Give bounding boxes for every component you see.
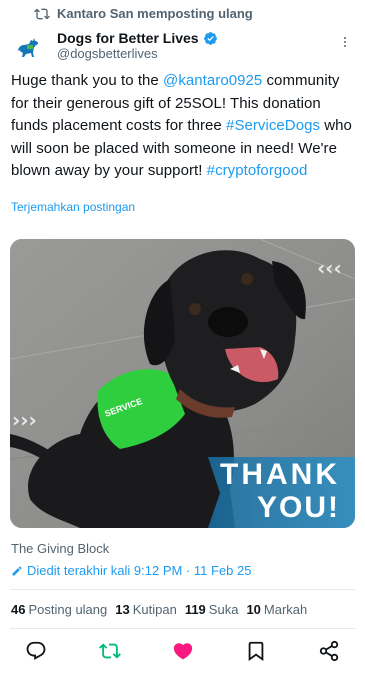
- chevrons-left-decor: ›››: [12, 408, 37, 432]
- repost-context-text[interactable]: Kantaro San memposting ulang: [57, 6, 253, 21]
- repost-icon[interactable]: [99, 640, 121, 662]
- author-display-name[interactable]: Dogs for Better Lives: [57, 30, 199, 46]
- post-header: Dogs for Better Lives @dogsbetterlives: [0, 28, 365, 66]
- pencil-icon: [12, 565, 22, 575]
- thank-text: THANK: [220, 458, 340, 491]
- stat-number: 10: [246, 602, 261, 617]
- author-name-row: Dogs for Better Lives: [57, 30, 218, 46]
- post-text-link[interactable]: #ServiceDogs: [226, 117, 320, 134]
- stat-likes[interactable]: 119 Suka: [185, 602, 239, 617]
- engagement-stats: 46 Posting ulang 13 Kutipan 119 Suka 10 Mark…: [11, 602, 307, 617]
- avatar[interactable]: [12, 30, 48, 66]
- dog-logo-icon: [12, 30, 48, 66]
- dot: [344, 37, 346, 39]
- dog-photo: SERVICE ‹‹‹ ››› THANK YOU!: [10, 239, 355, 528]
- repost-icon: [34, 8, 50, 20]
- image-source-label[interactable]: The Giving Block: [11, 541, 109, 556]
- stat-label: Suka: [208, 602, 239, 617]
- action-bar: [0, 638, 365, 664]
- stat-reposts[interactable]: 46 Posting ulang: [11, 602, 107, 617]
- stat-label: Posting ulang: [28, 602, 108, 617]
- more-options-button[interactable]: [337, 34, 353, 50]
- like-icon[interactable]: [172, 640, 194, 662]
- stat-quotes[interactable]: 13 Kutipan: [115, 602, 177, 617]
- translate-post-link[interactable]: Terjemahkan postingan: [11, 200, 135, 214]
- stat-number: 13: [115, 602, 130, 617]
- verified-badge-icon: [203, 31, 217, 45]
- post-image[interactable]: SERVICE ‹‹‹ ››› THANK YOU!: [10, 239, 355, 528]
- edited-timestamp[interactable]: Diedit terakhir kali 9:12 PM · 11 Feb 25: [11, 563, 251, 578]
- stat-bookmarks[interactable]: 10 Markah: [246, 602, 307, 617]
- author-handle[interactable]: @dogsbetterlives: [57, 46, 158, 61]
- post-text-link[interactable]: @kantaro0925: [163, 72, 262, 89]
- share-icon[interactable]: [318, 640, 340, 662]
- post-text: Huge thank you to the @kantaro0925 commu…: [11, 70, 356, 183]
- divider: [10, 628, 355, 629]
- chevrons-right-decor: ‹‹‹: [317, 256, 342, 280]
- dot: [344, 41, 346, 43]
- post-text-link[interactable]: #cryptoforgood: [207, 162, 308, 179]
- you-text: YOU!: [257, 491, 340, 524]
- edited-text: Diedit terakhir kali 9:12 PM · 11 Feb 25: [27, 563, 252, 578]
- post-text-segment: Huge thank you to the: [11, 72, 164, 89]
- divider: [10, 589, 355, 590]
- stat-label: Markah: [263, 602, 308, 617]
- dot: [344, 45, 346, 47]
- stat-label: Kutipan: [132, 602, 177, 617]
- stat-number: 119: [184, 602, 206, 617]
- repost-context: Kantaro San memposting ulang: [0, 0, 365, 28]
- bookmark-icon[interactable]: [245, 640, 267, 662]
- stat-number: 46: [11, 602, 26, 617]
- reply-icon[interactable]: [25, 640, 47, 662]
